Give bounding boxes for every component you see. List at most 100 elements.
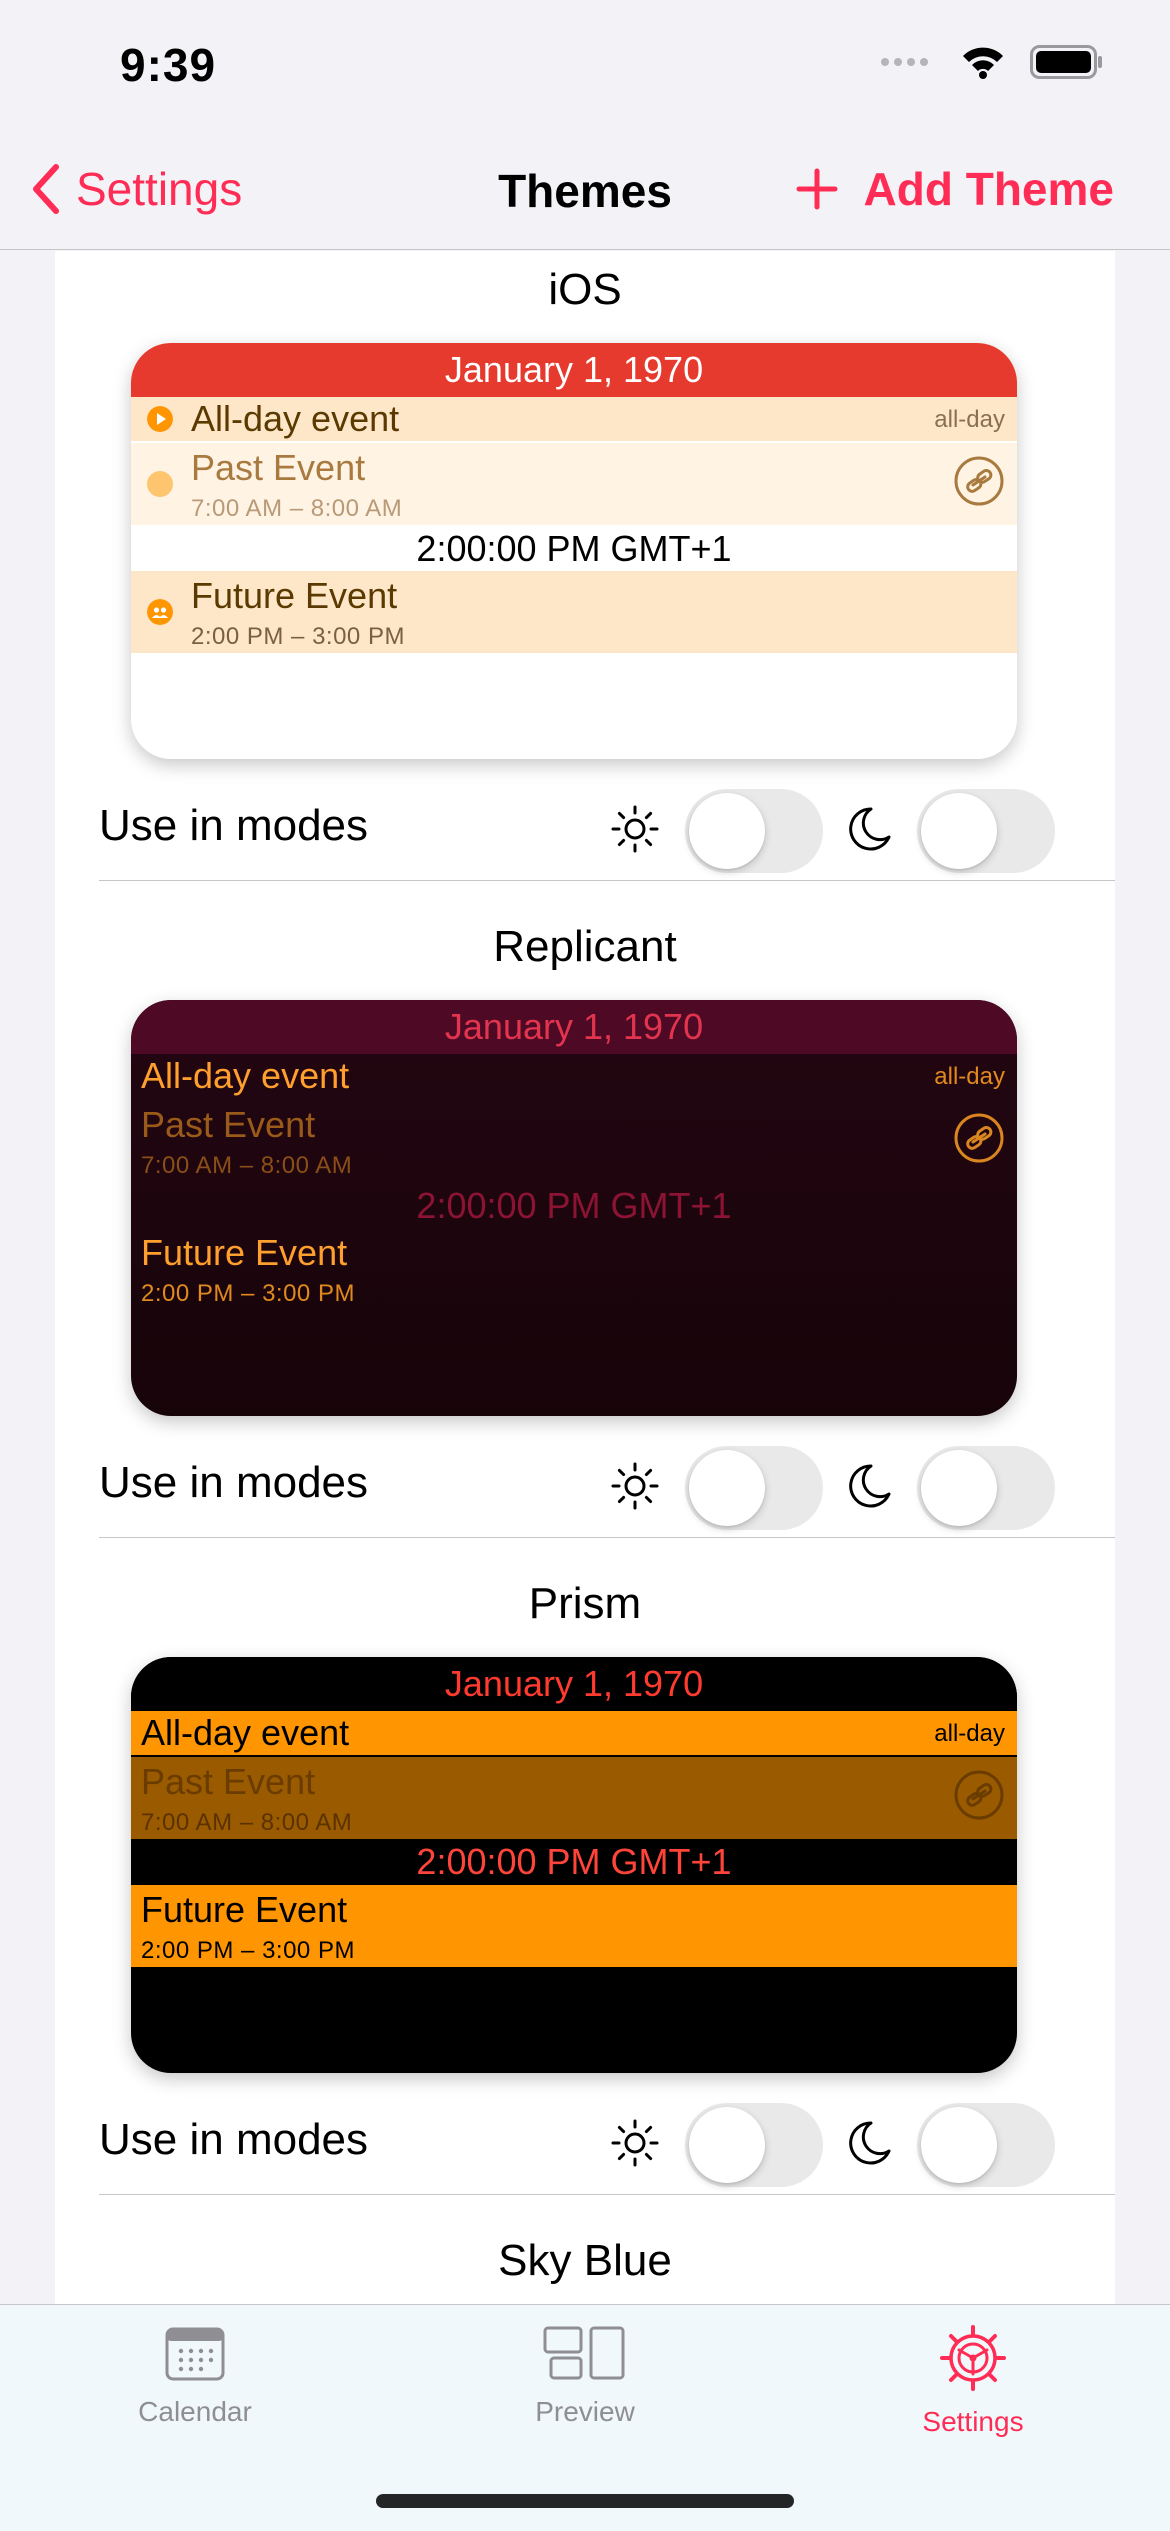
- use-in-modes-label: Use in modes: [99, 1458, 369, 1507]
- future-event-time: 2:00 PM – 3:00 PM: [141, 1937, 355, 1964]
- past-event-dot: [147, 471, 173, 497]
- past-event-title: Past Event: [191, 447, 366, 488]
- toggle-knob: [921, 793, 997, 869]
- toggle-knob: [921, 2107, 997, 2183]
- past-event-title: Past Event: [141, 1761, 316, 1802]
- preview-date: January 1, 1970: [131, 1000, 1017, 1054]
- preview-icon: [543, 2326, 625, 2380]
- use-in-modes-label: Use in modes: [99, 801, 369, 850]
- current-time: 2:00:00 PM GMT+1: [131, 1839, 1017, 1885]
- use-in-modes-row: Use in modes: [55, 777, 1115, 881]
- navigation-bar: Settings Themes Add Theme: [0, 140, 1170, 250]
- allday-event-title: All-day event: [191, 398, 400, 439]
- tab-settings[interactable]: Settings: [853, 2325, 1093, 2438]
- theme-preview-card[interactable]: January 1, 1970 All-day event all-day Pa…: [131, 343, 1017, 759]
- moon-icon: [849, 2121, 891, 2165]
- link-icon: [954, 456, 1004, 506]
- future-event-row: Future Event 2:00 PM – 3:00 PM: [131, 571, 1017, 653]
- preview-date: January 1, 1970: [131, 343, 1017, 397]
- use-in-modes-label: Use in modes: [99, 2115, 369, 2164]
- past-event-time: 7:00 AM – 8:00 AM: [191, 495, 403, 522]
- allday-event-title: All-day event: [141, 1055, 350, 1096]
- theme-preview-card[interactable]: January 1, 1970 All-day event all-day Pa…: [131, 1657, 1017, 2073]
- theme-name: iOS: [548, 265, 622, 314]
- theme-section-sky-blue: Sky Blue: [55, 2222, 1115, 2304]
- future-event-time: 2:00 PM – 3:00 PM: [191, 623, 405, 650]
- status-time: 9:39: [120, 39, 217, 91]
- add-theme-label: Add Theme: [863, 163, 1114, 215]
- tab-preview[interactable]: Preview: [465, 2325, 705, 2428]
- signal-icon: [881, 58, 928, 66]
- allday-event-row: All-day event all-day: [131, 1711, 1017, 1755]
- home-indicator: [376, 2494, 794, 2508]
- moon-icon: [849, 1464, 891, 1508]
- use-in-modes-row: Use in modes: [55, 1434, 1115, 1538]
- tab-calendar[interactable]: Calendar: [75, 2325, 315, 2428]
- past-event-row: Past Event 7:00 AM – 8:00 AM: [131, 443, 1017, 525]
- tab-label: Calendar: [138, 2396, 252, 2427]
- use-in-modes-row: Use in modes: [55, 2091, 1115, 2195]
- allday-event-row: All-day event all-day: [131, 397, 1017, 441]
- future-event-row: Future Event 2:00 PM – 3:00 PM: [131, 1228, 1017, 1310]
- theme-section-prism: Prism January 1, 1970 All-day event all-…: [55, 1565, 1115, 2222]
- separator: [99, 1536, 1115, 1538]
- dark-mode-toggle[interactable]: [917, 789, 1055, 873]
- theme-section-ios: iOS January 1, 1970 All-day event all-da…: [55, 251, 1115, 908]
- themes-list: iOS January 1, 1970 All-day event all-da…: [55, 251, 1115, 2304]
- link-icon: [954, 1113, 1004, 1163]
- people-icon: [147, 599, 173, 625]
- chevron-left-icon: [33, 164, 59, 214]
- toggle-knob: [921, 1450, 997, 1526]
- plus-icon: [796, 168, 838, 210]
- past-event-time: 7:00 AM – 8:00 AM: [141, 1809, 353, 1836]
- future-event-title: Future Event: [141, 1232, 348, 1273]
- current-time: 2:00:00 PM GMT+1: [416, 528, 732, 569]
- calendar-icon: [165, 2327, 225, 2381]
- allday-event-row: All-day event all-day: [131, 1054, 1017, 1098]
- allday-label: all-day: [934, 1720, 1005, 1747]
- tab-label: Settings: [922, 2406, 1024, 2437]
- light-mode-toggle[interactable]: [685, 1446, 823, 1530]
- preview-date: January 1, 1970: [131, 1657, 1017, 1711]
- dark-mode-toggle[interactable]: [917, 1446, 1055, 1530]
- theme-name: Prism: [528, 1579, 642, 1628]
- toggle-knob: [689, 1450, 765, 1526]
- allday-event-title: All-day event: [141, 1712, 350, 1753]
- sun-icon: [611, 1462, 659, 1510]
- current-time: 2:00:00 PM GMT+1: [416, 1185, 732, 1226]
- separator: [99, 879, 1115, 881]
- past-event-row: Past Event 7:00 AM – 8:00 AM: [131, 1757, 1017, 1839]
- moon-icon: [849, 807, 891, 851]
- light-mode-toggle[interactable]: [685, 789, 823, 873]
- past-event-title: Past Event: [141, 1104, 316, 1145]
- future-event-title: Future Event: [141, 1889, 348, 1930]
- back-button[interactable]: Settings: [30, 162, 242, 216]
- toggle-knob: [689, 793, 765, 869]
- status-icons: [880, 44, 1104, 80]
- link-icon: [954, 1770, 1004, 1820]
- play-icon: [147, 406, 173, 432]
- theme-preview-card[interactable]: January 1, 1970 All-day event all-day Pa…: [131, 1000, 1017, 1416]
- theme-section-replicant: Replicant January 1, 1970 All-day event …: [55, 908, 1115, 1565]
- future-event-row: Future Event 2:00 PM – 3:00 PM: [131, 1885, 1017, 1967]
- past-event-time: 7:00 AM – 8:00 AM: [141, 1152, 353, 1179]
- dark-mode-toggle[interactable]: [917, 2103, 1055, 2187]
- allday-label: all-day: [934, 406, 1005, 433]
- status-bar: 9:39: [0, 0, 1170, 140]
- toggle-knob: [689, 2107, 765, 2183]
- tab-label: Preview: [535, 2396, 635, 2427]
- future-event-title: Future Event: [191, 575, 398, 616]
- wifi-icon: [963, 47, 1003, 79]
- sun-icon: [611, 805, 659, 853]
- allday-label: all-day: [934, 1063, 1005, 1090]
- back-button-label: Settings: [76, 163, 243, 215]
- light-mode-toggle[interactable]: [685, 2103, 823, 2187]
- sun-icon: [611, 2119, 659, 2167]
- add-theme-button[interactable]: Add Theme: [796, 162, 1114, 216]
- battery-icon: [1030, 45, 1102, 79]
- theme-name: Replicant: [493, 922, 677, 971]
- future-event-time: 2:00 PM – 3:00 PM: [141, 1280, 355, 1307]
- separator: [99, 2193, 1115, 2195]
- settings-gear-icon: [940, 2325, 1006, 2391]
- theme-name: Sky Blue: [498, 2236, 672, 2285]
